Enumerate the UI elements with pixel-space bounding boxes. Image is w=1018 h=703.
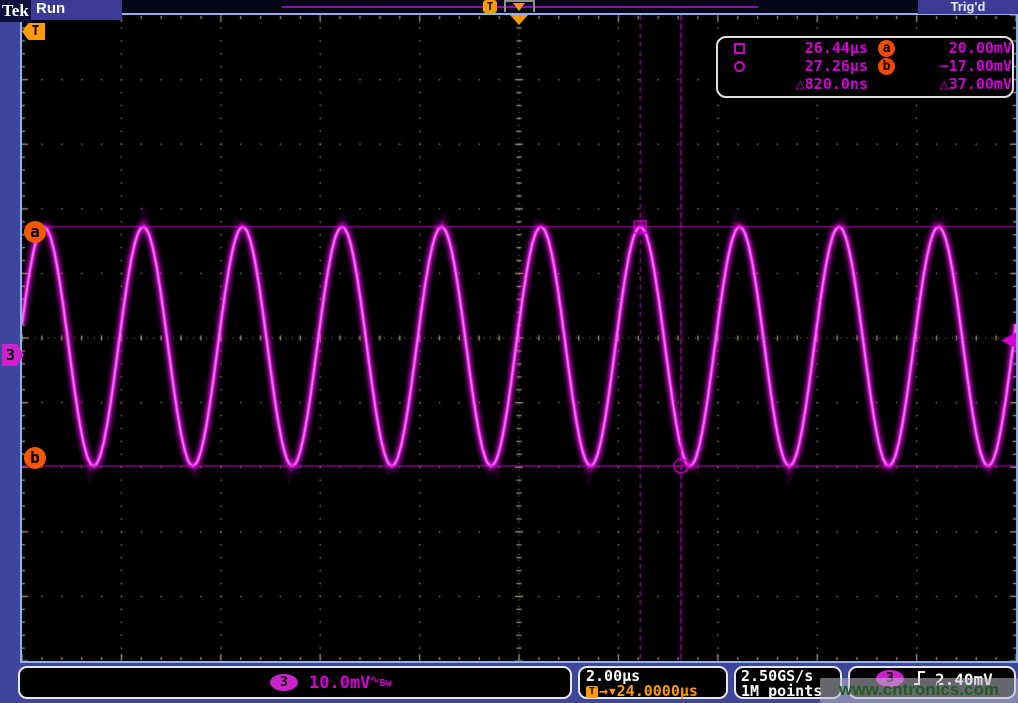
bandwidth-limit-label: Bw [380, 678, 392, 689]
record-window-triangle-icon [513, 3, 525, 11]
trigger-position-triangle-icon [510, 15, 528, 25]
horizontal-readout[interactable]: 2.00µs T → ▼ 24.0000µs [578, 666, 728, 699]
delta-time: △820.0ns [762, 75, 868, 93]
delta-value: △37.00mV [900, 75, 1012, 93]
arrow-icon: → [599, 684, 608, 699]
watermark: www.cntronics.com [820, 678, 1018, 703]
record-trigger-t-marker: T [483, 0, 497, 13]
cursor-readout-panel: 26.44µs a 20.00mV 27.26µs b −17.00mV △82… [716, 36, 1014, 98]
acquisition-status: Run [31, 0, 122, 20]
cursor-a-value: 20.00mV [900, 39, 1012, 57]
cursor-a-square-icon [734, 43, 745, 54]
trigger-t-icon: T [586, 686, 598, 698]
channel-3-badge: 3 [270, 674, 298, 691]
waveform-canvas [22, 15, 1016, 661]
cursor-a-readout-badge: a [878, 40, 895, 57]
channel-scale: 10.0mV [309, 673, 370, 693]
cursor-b-circle-icon [734, 61, 745, 72]
oscilloscope-screen: Tek Run Trig'd T T a b 3 26.44µs a 20.00… [0, 0, 1018, 703]
delay-triangle-icon: ▼ [609, 684, 616, 699]
trigger-delay: 24.0000µs [617, 684, 698, 699]
cursor-b-value: −17.00mV [900, 57, 1012, 75]
cursor-b-time: 27.26µs [762, 57, 868, 75]
cursor-a-time: 26.44µs [762, 39, 868, 57]
channel-scale-readout[interactable]: 3 10.0mV∿Bw [18, 666, 572, 699]
tek-logo: Tek [0, 0, 31, 22]
cursor-b-readout-badge: b [878, 58, 895, 75]
ac-coupling-icon: ∿ [370, 673, 379, 686]
cursor-a-badge[interactable]: a [24, 221, 46, 243]
trigger-status: Trig'd [918, 0, 1018, 14]
cursor-b-badge[interactable]: b [24, 447, 46, 469]
